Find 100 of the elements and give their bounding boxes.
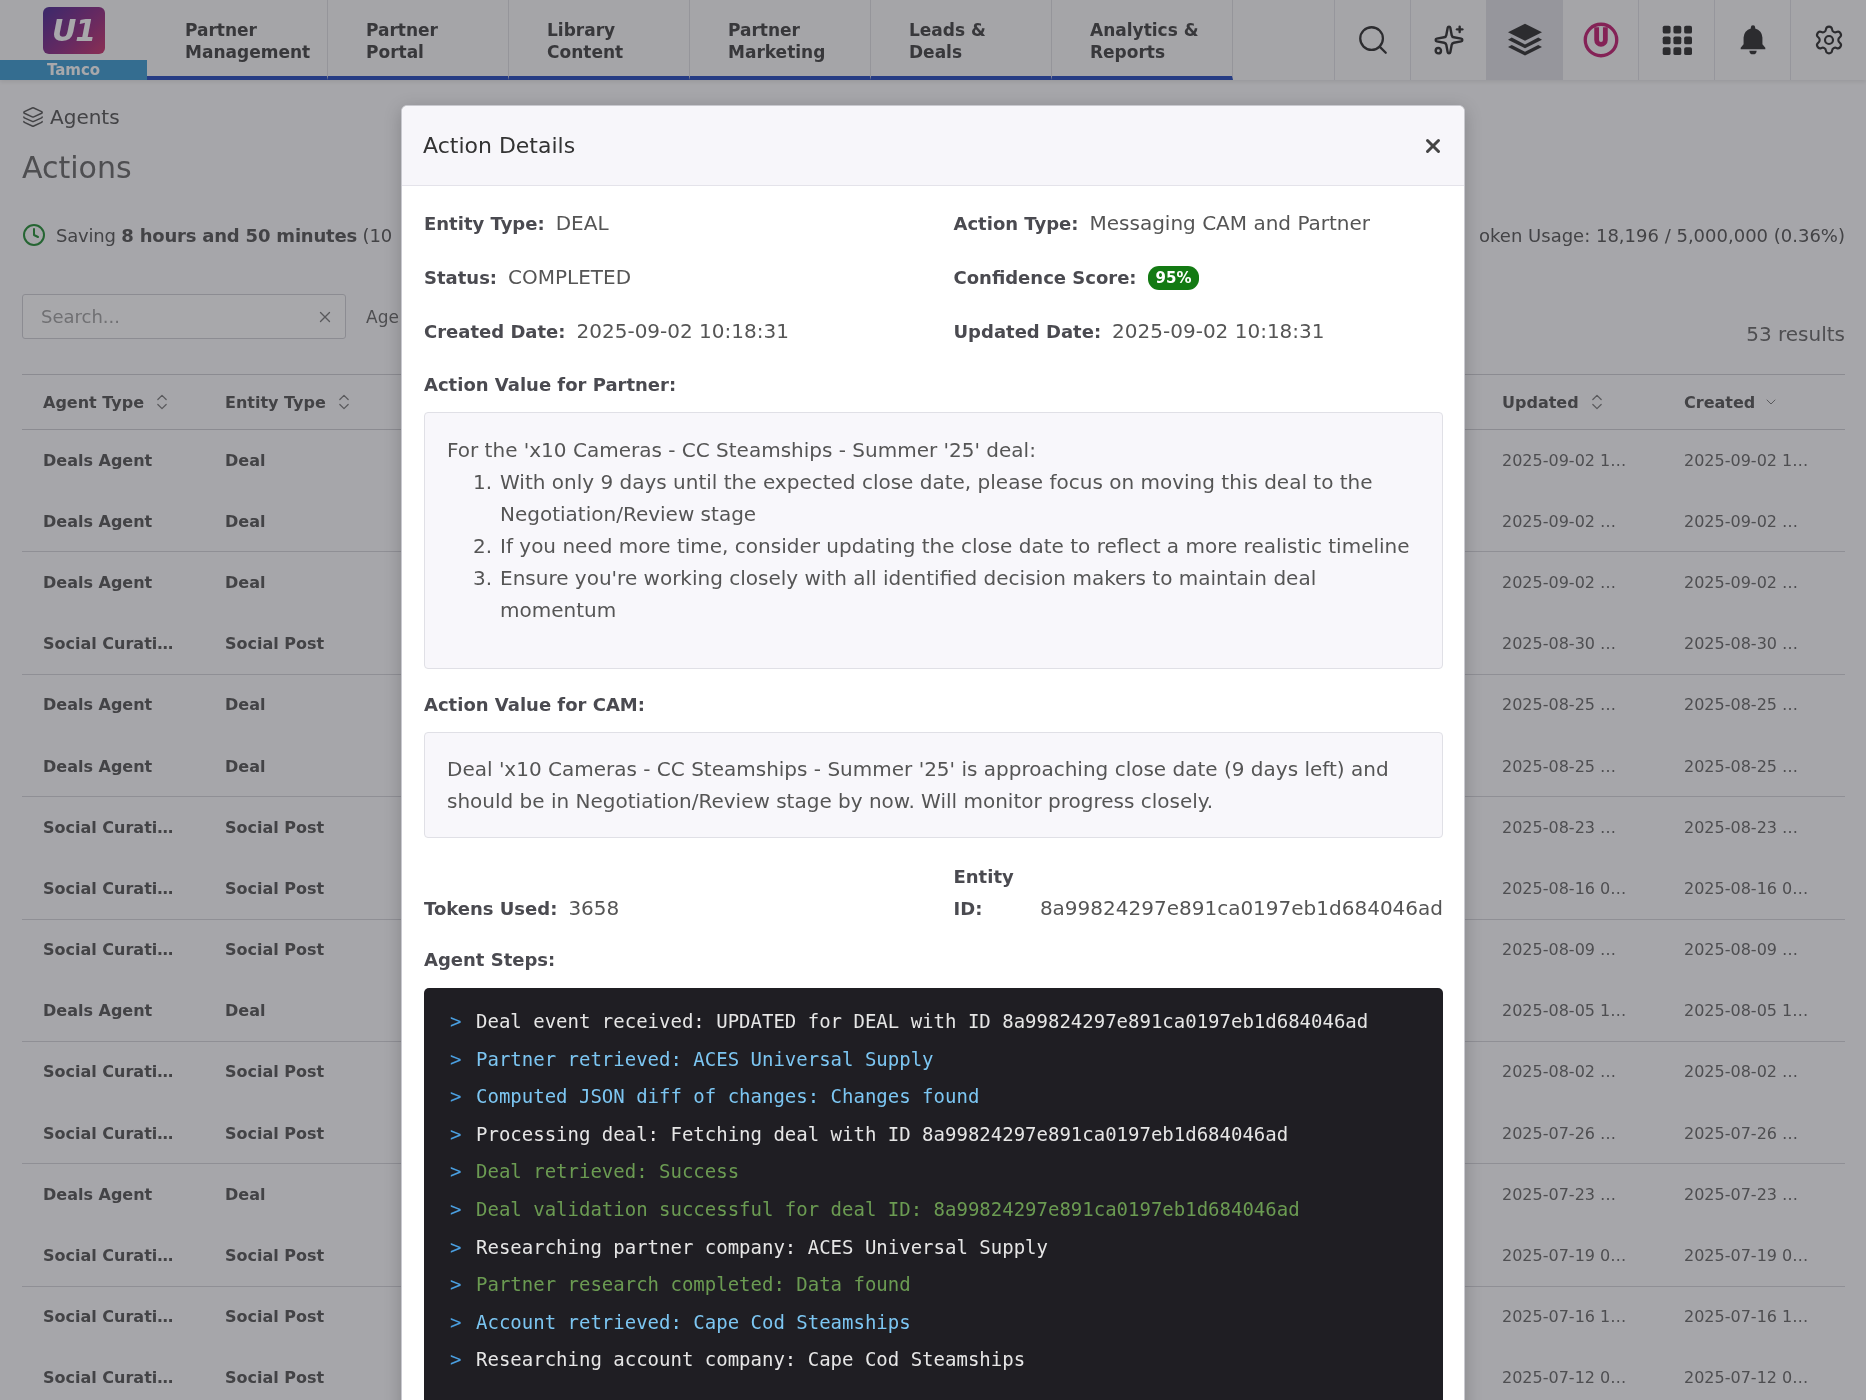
table-cell-text: Social Post	[224, 939, 326, 962]
results-count: 53 results	[1746, 322, 1845, 346]
log-line: Deal validation successful for deal ID: 8a99824297e891ca0197eb1d684046ad	[476, 1196, 1300, 1222]
nav-tab[interactable]: Partner Portal	[328, 0, 509, 80]
prompt-sign: >	[450, 1347, 463, 1373]
bell-icon	[1738, 25, 1767, 55]
prompt-sign: >	[450, 1159, 463, 1185]
log-line: Partner retrieved: ACES Universal Supply	[476, 1046, 934, 1072]
table-cell-text: 2025-08-23 …	[1683, 816, 1800, 839]
list-item-text: Ensure you're working closely with all identified decision makers to maintain deal momentum	[500, 565, 1318, 624]
section-label: Agent Steps:	[424, 948, 557, 972]
table-cell-text: Social Curati…	[42, 816, 175, 839]
layers-button[interactable]	[1486, 0, 1562, 80]
filter-label: Age	[366, 306, 399, 327]
log-line: Partner research completed: Data found	[476, 1272, 911, 1298]
field-label: Entity Type:	[424, 212, 545, 236]
table-cell-text: Deals Agent	[42, 755, 154, 778]
list-item-text: If you need more time, consider updating the close date to reflect a more realistic timeline	[500, 533, 1410, 560]
table-cell-text: 2025-08-30 …	[1501, 633, 1618, 656]
field-value: 8a99824297e891ca0197eb1d684046ad	[1039, 895, 1443, 922]
table-cell-text: Social Post	[224, 1245, 326, 1268]
u-circle-icon	[1582, 22, 1619, 58]
search-field[interactable]: Search...	[22, 294, 346, 339]
table-cell-text: Social Curati…	[42, 1122, 175, 1145]
table-cell-text: Social Post	[224, 877, 326, 900]
log-line: Researching account company: Cape Cod Steamships	[476, 1347, 1026, 1373]
log-line: Deal event received: UPDATED for DEAL with ID 8a99824297e891ca0197eb1d684046ad	[476, 1009, 1369, 1034]
log-line: Account retrieved: Cape Cod Steamships	[476, 1309, 911, 1335]
table-cell-text: 2025-09-02 1…	[1501, 449, 1628, 472]
field-value: DEAL	[555, 210, 609, 237]
table-cell-text: 2025-08-16 0…	[1501, 877, 1628, 900]
table-cell-text: 2025-07-16 1…	[1683, 1306, 1810, 1329]
table-cell-text: 2025-08-25 …	[1683, 694, 1800, 717]
table-cell-text: Deals Agent	[42, 1183, 154, 1206]
table-cell-text: 2025-09-02 …	[1683, 571, 1800, 594]
field-label: Confidence Score:	[953, 266, 1137, 290]
table-cell-text: 2025-07-12 0…	[1683, 1367, 1810, 1390]
table-cell-text: 2025-09-02 …	[1683, 510, 1800, 533]
table-cell-text: 2025-07-19 0…	[1501, 1245, 1628, 1268]
field-label: Entity ID:	[953, 865, 1015, 921]
table-cell-text: Deal	[224, 1183, 267, 1206]
table-cell-text: Social Post	[224, 1367, 326, 1390]
savings-text: Saving 8 hours and 50 minutes (10	[56, 224, 392, 246]
table-cell-text: Deal	[224, 694, 267, 717]
table-cell-text: Deals Agent	[42, 694, 154, 717]
table-cell-text: 2025-08-16 0…	[1683, 877, 1810, 900]
table-cell-text: 2025-08-05 1…	[1501, 1000, 1628, 1023]
table-cell-text: Deals Agent	[42, 571, 154, 594]
table-cell-text: 2025-08-25 …	[1501, 694, 1618, 717]
prompt-sign: >	[450, 1234, 463, 1260]
table-cell-text: Social Post	[224, 1061, 326, 1084]
nav-tab[interactable]: Leads & Deals	[871, 0, 1052, 80]
field-value: 2025-09-02 10:18:31	[576, 318, 789, 345]
section-label: Action Value for Partner:	[424, 373, 678, 397]
grid-icon	[1661, 25, 1692, 55]
column-header[interactable]: Created	[1662, 375, 1845, 429]
field-value: 3658	[568, 895, 620, 922]
table-cell-text: Social Curati…	[42, 939, 175, 962]
field-label: Tokens Used:	[424, 897, 558, 921]
table-cell-text: 2025-08-25 …	[1683, 755, 1800, 778]
nav-tab[interactable]: Partner Marketing	[690, 0, 871, 80]
list-number: 1.	[471, 469, 492, 496]
log-line: Deal retrieved: Success	[476, 1159, 740, 1185]
field-label: Updated Date:	[953, 320, 1102, 344]
table-cell-text: Deals Agent	[42, 1000, 154, 1023]
field-value: COMPLETED	[508, 264, 632, 291]
table-cell-text: 2025-07-23 …	[1501, 1183, 1618, 1206]
table-cell-text: 2025-08-09 …	[1683, 939, 1800, 962]
table-cell-text: Deal	[224, 1000, 267, 1023]
column-header[interactable]: Updated	[1480, 375, 1662, 429]
table-cell-text: 2025-08-02 …	[1501, 1061, 1618, 1084]
table-cell-text: Deal	[224, 755, 267, 778]
table-cell-text: 2025-07-23 …	[1683, 1183, 1800, 1206]
breadcrumb-link[interactable]: Agents	[22, 104, 120, 130]
table-cell-text: 2025-08-05 1…	[1683, 1000, 1810, 1023]
table-cell-text: Social Curati…	[42, 1061, 175, 1084]
field-value: Messaging CAM and Partner	[1089, 210, 1371, 237]
table-cell-text: Social Post	[224, 633, 326, 656]
table-cell-text: Deal	[224, 571, 267, 594]
app-logo[interactable]: U1	[42, 6, 105, 54]
table-cell-text: Social Post	[224, 1122, 326, 1145]
nav-tab[interactable]: Library Content	[509, 0, 690, 80]
table-cell-text: 2025-08-09 …	[1501, 939, 1618, 962]
table-cell-text: Social Curati…	[42, 1367, 175, 1390]
table-cell-text: Deals Agent	[42, 449, 154, 472]
table-cell-text: 2025-08-30 …	[1683, 633, 1800, 656]
column-header[interactable]: Entity Type	[205, 375, 400, 429]
table-cell-text: 2025-09-02 1…	[1683, 449, 1810, 472]
table-cell-text: 2025-08-23 …	[1501, 816, 1618, 839]
message-text: Deal 'x10 Cameras - CC Steamships - Summer '25' is approaching close date (9 days left) and should be in Negotiation/Review stage by now. Will monitor progress closely.	[447, 756, 1390, 815]
table-cell-text: Social Curati…	[42, 633, 175, 656]
nav-tab[interactable]: Analytics & Reports	[1052, 0, 1233, 80]
table-cell-text: 2025-07-19 0…	[1683, 1245, 1810, 1268]
clock-icon	[22, 223, 46, 247]
nav-tab[interactable]: Partner Management	[147, 0, 328, 80]
table-cell-text: Social Post	[224, 1306, 326, 1329]
log-line: Researching partner company: ACES Universal Supply	[476, 1234, 1048, 1260]
list-item-text: With only 9 days until the expected close date, please focus on moving this deal to the Negotiation/Review stage	[500, 469, 1374, 528]
table-cell-text: Deal	[224, 449, 267, 472]
column-header[interactable]: Agent Type	[22, 375, 205, 429]
